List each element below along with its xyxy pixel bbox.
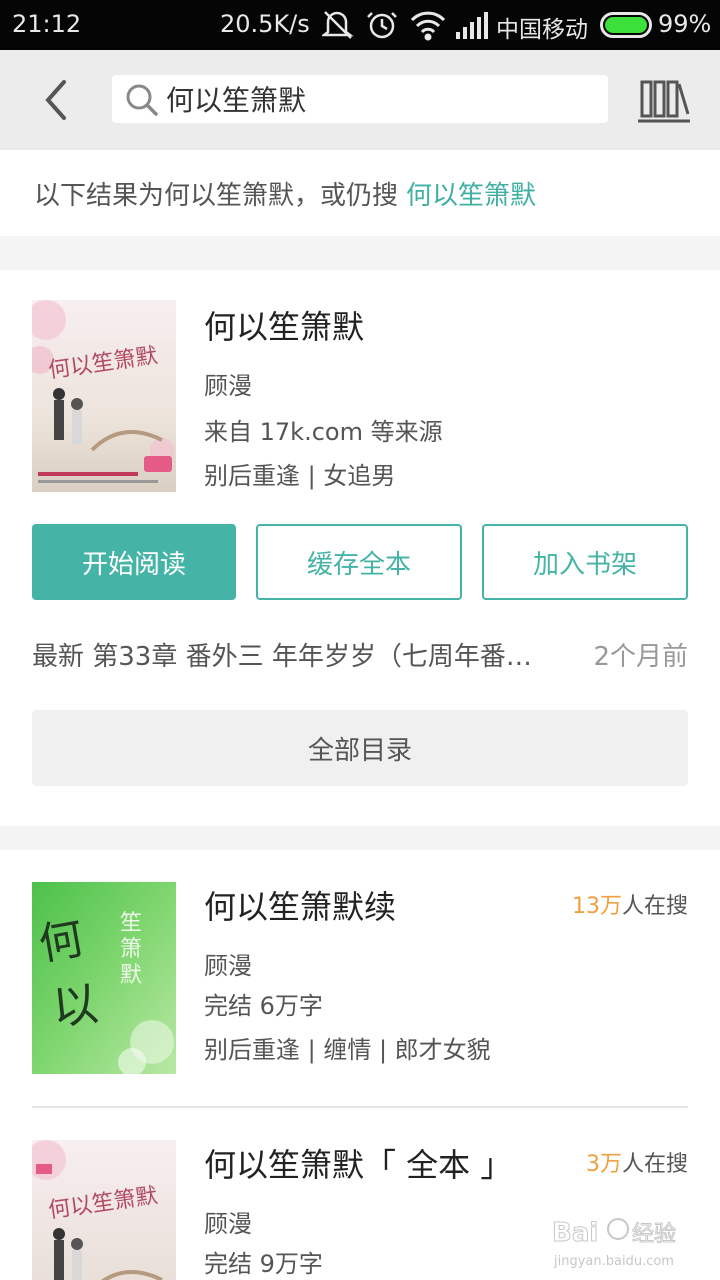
book-status: 完结 9万字 xyxy=(204,1250,323,1278)
svg-text:经验: 经验 xyxy=(632,1222,676,1247)
search-box[interactable] xyxy=(112,75,608,123)
search-header xyxy=(0,50,720,150)
heat-count: 13万 xyxy=(571,894,622,919)
divider xyxy=(32,1106,688,1108)
svg-text:默: 默 xyxy=(120,963,142,988)
book-cover[interactable]: 何以笙箫默 xyxy=(32,1140,176,1280)
book-title[interactable]: 何以笙箫默 xyxy=(204,302,364,348)
add-to-shelf-button[interactable]: 加入书架 xyxy=(482,524,688,600)
bookshelf-icon[interactable] xyxy=(636,74,692,126)
book-title[interactable]: 何以笙箫默「 全本 」 xyxy=(204,1140,512,1186)
search-heat: 3万人在搜 xyxy=(586,1146,688,1178)
back-icon[interactable] xyxy=(34,74,84,126)
status-icons xyxy=(322,11,488,41)
book-cover[interactable]: 何 以 笙 箫 默 xyxy=(32,882,176,1074)
book-cover[interactable]: 何以笙箫默 xyxy=(32,300,176,492)
suggestion-text: 以下结果为何以笙箫默，或仍搜 xyxy=(34,181,399,211)
start-reading-button[interactable]: 开始阅读 xyxy=(32,524,236,600)
full-toc-button[interactable]: 全部目录 xyxy=(32,710,688,786)
status-bar: 21:12 20.5K/s 中国移动 99% xyxy=(0,0,720,50)
status-time: 21:12 xyxy=(12,10,82,38)
search-heat: 13万人在搜 xyxy=(572,888,688,920)
heat-label: 人在搜 xyxy=(621,894,688,919)
latest-chapter[interactable]: 最新 第33章 番外三 年年岁岁（七周年番外） xyxy=(32,636,552,673)
book-tags: 别后重逢 | 缠情 | 郎才女貌 xyxy=(204,1036,491,1064)
book-title[interactable]: 何以笙箫默续 xyxy=(204,882,396,928)
carrier-name: 中国移动 xyxy=(496,17,588,43)
svg-text:jingyan.baidu.com: jingyan.baidu.com xyxy=(553,1254,674,1269)
svg-text:何: 何 xyxy=(35,913,87,971)
heat-count: 3万 xyxy=(585,1152,622,1177)
svg-text:箫: 箫 xyxy=(120,937,142,962)
book-tags: 别后重逢 | 女追男 xyxy=(204,462,396,490)
baidu-jingyan-watermark: Bai 经验 jingyan.baidu.com xyxy=(552,1218,677,1270)
cache-all-button[interactable]: 缓存全本 xyxy=(256,524,462,600)
battery-percent: 99% xyxy=(658,10,712,38)
latest-chapter-time: 2个月前 xyxy=(593,642,688,672)
search-input[interactable] xyxy=(166,75,596,123)
alarm-icon xyxy=(367,12,397,39)
search-icon xyxy=(126,84,158,116)
battery-icon xyxy=(600,12,652,38)
book-author: 顾漫 xyxy=(204,372,252,400)
mute-icon xyxy=(322,11,354,39)
wifi-icon xyxy=(410,11,446,41)
book-author: 顾漫 xyxy=(204,952,252,980)
search-suggestion: 以下结果为何以笙箫默，或仍搜 何以笙箫默 xyxy=(0,150,720,236)
book-status: 完结 6万字 xyxy=(204,992,323,1020)
book-author: 顾漫 xyxy=(204,1210,252,1238)
svg-text:Bai: Bai xyxy=(552,1218,598,1248)
signal-icon xyxy=(456,12,488,39)
top-result-card: 何以笙箫默 何以笙箫默 顾漫 来自 17k.com 等来源 别后重逢 | 女追男… xyxy=(0,270,720,826)
network-speed: 20.5K/s xyxy=(220,10,310,38)
suggestion-link[interactable]: 何以笙箫默 xyxy=(406,181,536,211)
svg-text:以: 以 xyxy=(50,976,101,1035)
heat-label: 人在搜 xyxy=(621,1152,688,1177)
book-source: 来自 17k.com 等来源 xyxy=(204,418,443,446)
svg-text:笙: 笙 xyxy=(120,911,142,936)
